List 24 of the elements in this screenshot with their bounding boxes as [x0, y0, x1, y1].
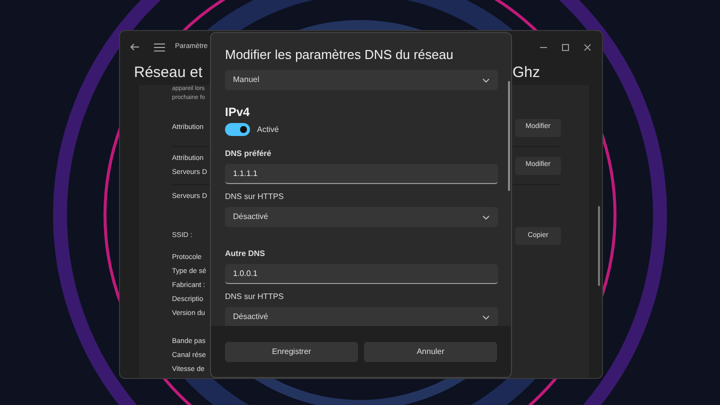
dialog-title: Modifier les paramètres DNS du réseau [225, 47, 454, 63]
page-heading: Réseau et [134, 63, 202, 83]
toggle-switch[interactable] [225, 123, 250, 136]
chevron-down-icon [482, 314, 490, 320]
toggle-label: Activé [257, 124, 279, 136]
close-icon[interactable] [583, 42, 592, 52]
field-label: Autre DNS [225, 249, 266, 259]
chevron-down-icon [482, 214, 490, 220]
field-label: DNS préféré [225, 149, 272, 159]
page-heading: Ghz [512, 63, 540, 83]
dropdown[interactable]: Désactivé [225, 207, 498, 227]
dropdown[interactable]: Manuel [225, 70, 498, 90]
field-label: DNS sur HTTPS [225, 292, 285, 302]
back-arrow-icon[interactable] [130, 42, 140, 52]
input-field[interactable]: 1.1.1.1 [225, 164, 498, 184]
dropdown[interactable]: Désactivé [225, 307, 498, 326]
menu-icon[interactable] [154, 42, 165, 52]
field-label: DNS sur HTTPS [225, 192, 285, 202]
chevron-down-icon [482, 78, 490, 82]
input-field[interactable]: 1.0.0.1 [225, 264, 498, 284]
dialog-button[interactable]: Annuler [364, 342, 497, 362]
maximize-icon[interactable] [561, 42, 570, 52]
dialog-button[interactable]: Enregistrer [225, 342, 358, 362]
section-heading: IPv4 [225, 105, 251, 119]
